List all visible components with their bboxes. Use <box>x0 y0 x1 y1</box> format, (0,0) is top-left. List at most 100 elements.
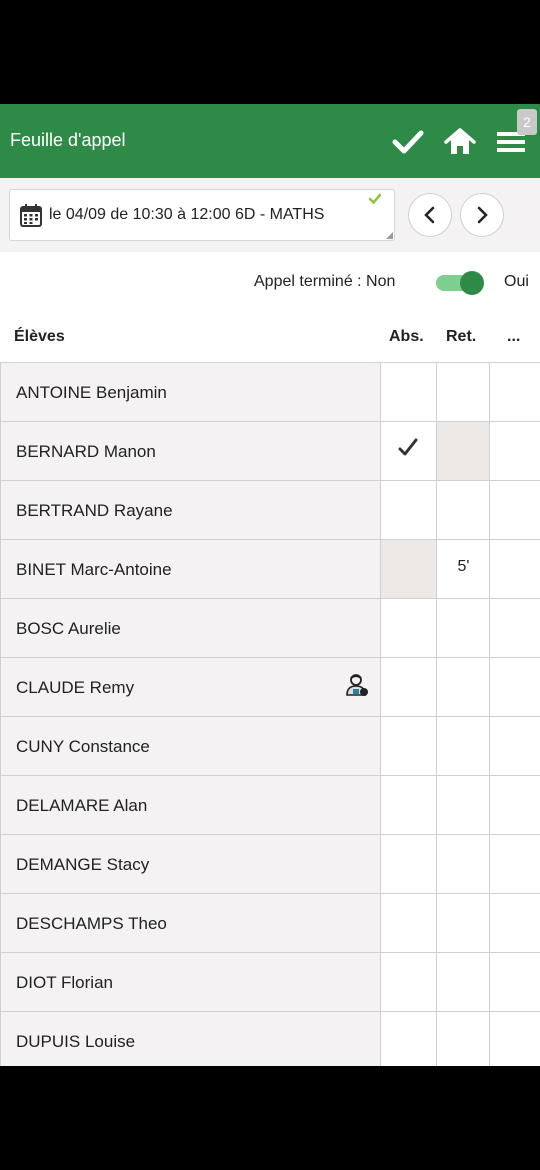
absence-cell[interactable] <box>380 835 436 894</box>
home-button[interactable] <box>440 122 480 162</box>
session-label: le 04/09 de 10:30 à 12:00 6D - MATHS <box>49 206 325 223</box>
student-name-cell[interactable]: BINET Marc-Antoine <box>0 540 380 599</box>
more-cell[interactable] <box>489 658 540 717</box>
chevron-right-icon <box>477 206 488 224</box>
more-cell[interactable] <box>489 894 540 953</box>
table-row: CLAUDE Remy <box>0 657 540 717</box>
table-row: BOSC Aurelie <box>0 598 540 658</box>
more-cell[interactable] <box>489 1012 540 1066</box>
retard-cell[interactable] <box>436 717 489 776</box>
student-name-cell[interactable]: DEMANGE Stacy <box>0 835 380 894</box>
student-name-cell[interactable]: DIOT Florian <box>0 953 380 1012</box>
student-name-cell[interactable]: CUNY Constance <box>0 717 380 776</box>
student-name-cell[interactable]: BERNARD Manon <box>0 422 380 481</box>
more-cell[interactable] <box>489 540 540 599</box>
absence-cell[interactable] <box>380 776 436 835</box>
retard-cell[interactable] <box>436 776 489 835</box>
table-row: BERNARD Manon <box>0 421 540 481</box>
student-name-cell[interactable]: BERTRAND Rayane <box>0 481 380 540</box>
more-cell[interactable] <box>489 717 540 776</box>
student-name: DELAMARE Alan <box>16 796 148 815</box>
person-badge-icon[interactable] <box>345 673 369 697</box>
column-header-abs: Abs. <box>389 328 424 345</box>
column-header-students: Élèves <box>14 328 65 345</box>
student-name: ANTOINE Benjamin <box>16 383 167 402</box>
student-name: BERTRAND Rayane <box>16 501 173 520</box>
student-name-cell[interactable]: ANTOINE Benjamin <box>0 363 380 422</box>
retard-cell[interactable] <box>436 481 489 540</box>
absence-cell[interactable] <box>380 422 436 481</box>
absent-check-icon <box>398 438 418 456</box>
table-row: DIOT Florian <box>0 952 540 1012</box>
table-row: ANTOINE Benjamin <box>0 362 540 422</box>
retard-cell[interactable] <box>436 422 489 481</box>
more-cell[interactable] <box>489 835 540 894</box>
absence-cell[interactable] <box>380 717 436 776</box>
retard-cell[interactable] <box>436 658 489 717</box>
more-cell[interactable] <box>489 481 540 540</box>
student-name: DESCHAMPS Theo <box>16 914 167 933</box>
session-bar: le 04/09 de 10:30 à 12:00 6D - MATHS <box>0 178 540 252</box>
absence-cell[interactable] <box>380 599 436 658</box>
student-name-cell[interactable]: CLAUDE Remy <box>0 658 380 717</box>
next-session-button[interactable] <box>460 193 504 237</box>
student-name: CLAUDE Remy <box>16 678 135 697</box>
session-selector[interactable]: le 04/09 de 10:30 à 12:00 6D - MATHS <box>9 189 395 241</box>
column-header-more[interactable]: ... <box>507 328 520 346</box>
more-cell[interactable] <box>489 953 540 1012</box>
previous-session-button[interactable] <box>408 193 452 237</box>
student-name-cell[interactable]: DUPUIS Louise <box>0 1012 380 1066</box>
student-name: DUPUIS Louise <box>16 1032 136 1051</box>
retard-cell[interactable]: 5' <box>436 540 489 599</box>
retard-cell[interactable] <box>436 835 489 894</box>
chevron-left-icon <box>424 206 435 224</box>
validate-button[interactable] <box>388 122 428 162</box>
student-name-cell[interactable]: DELAMARE Alan <box>0 776 380 835</box>
table-row: DESCHAMPS Theo <box>0 893 540 953</box>
student-name: DEMANGE Stacy <box>16 855 150 874</box>
retard-cell[interactable] <box>436 953 489 1012</box>
appel-termine-toggle[interactable] <box>436 271 486 295</box>
retard-value: 5' <box>457 558 470 575</box>
table-row: CUNY Constance <box>0 716 540 776</box>
toggle-knob <box>460 271 484 295</box>
more-cell[interactable] <box>489 599 540 658</box>
absence-cell[interactable] <box>380 363 436 422</box>
oui-label: Oui <box>504 273 529 290</box>
absence-cell[interactable] <box>380 658 436 717</box>
check-icon <box>392 130 424 154</box>
column-header-ret: Ret. <box>446 328 477 345</box>
student-name-cell[interactable]: DESCHAMPS Theo <box>0 894 380 953</box>
notification-badge[interactable]: 2 <box>517 109 537 135</box>
absence-cell[interactable] <box>380 894 436 953</box>
more-cell[interactable] <box>489 363 540 422</box>
absence-cell[interactable] <box>380 1012 436 1066</box>
session-done-check-icon <box>368 193 382 205</box>
retard-cell[interactable] <box>436 894 489 953</box>
absence-cell[interactable] <box>380 540 436 599</box>
more-cell[interactable] <box>489 776 540 835</box>
retard-cell[interactable] <box>436 363 489 422</box>
absence-cell[interactable] <box>380 953 436 1012</box>
table-row: BINET Marc-Antoine 5' <box>0 539 540 599</box>
page-title: Feuille d'appel <box>10 130 126 150</box>
table-row: DEMANGE Stacy <box>0 834 540 894</box>
student-name: BOSC Aurelie <box>16 619 121 638</box>
appel-termine-label: Appel terminé : Non <box>254 273 396 290</box>
table-row: DUPUIS Louise <box>0 1011 540 1066</box>
calendar-icon <box>20 204 42 227</box>
more-cell[interactable] <box>489 422 540 481</box>
appel-status-row: Appel terminé : Non Oui <box>0 252 540 314</box>
student-name: DIOT Florian <box>16 973 113 992</box>
table-row: BERTRAND Rayane <box>0 480 540 540</box>
app-bar: Feuille d'appel 2 <box>0 104 540 178</box>
app-screen: Feuille d'appel 2 le 04/09 de 10:30 à 12… <box>0 104 540 1066</box>
student-name: CUNY Constance <box>16 737 150 756</box>
retard-cell[interactable] <box>436 1012 489 1066</box>
retard-cell[interactable] <box>436 599 489 658</box>
student-name-cell[interactable]: BOSC Aurelie <box>0 599 380 658</box>
dropdown-corner-icon <box>386 232 393 239</box>
absence-cell[interactable] <box>380 481 436 540</box>
home-icon <box>444 128 476 154</box>
table-row: DELAMARE Alan <box>0 775 540 835</box>
